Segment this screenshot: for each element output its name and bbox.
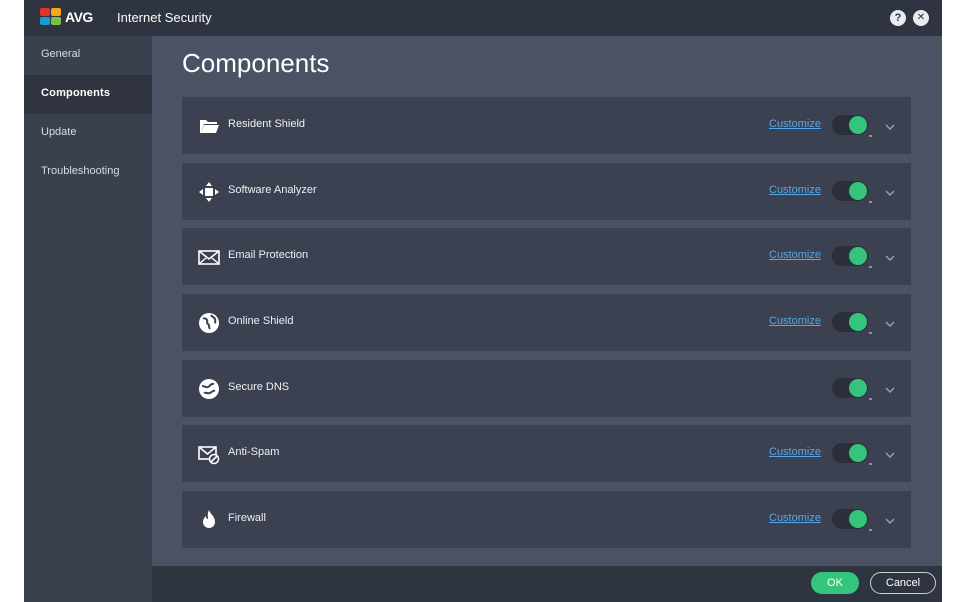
flame-icon — [198, 509, 220, 531]
component-row-resident-shield[interactable]: Resident Shield Customize — [182, 97, 911, 154]
component-toggle[interactable] — [832, 246, 872, 269]
dns-globe-icon — [198, 378, 220, 400]
component-row-software-analyzer[interactable]: Software Analyzer Customize — [182, 162, 911, 220]
avg-logo-mark-icon — [40, 8, 62, 26]
move-arrows-icon — [198, 181, 220, 203]
customize-link[interactable]: Customize — [769, 512, 821, 524]
customize-link[interactable]: Customize — [769, 249, 821, 261]
sidebar-item-troubleshooting[interactable]: Troubleshooting — [24, 153, 152, 192]
app-window: AVG Internet Security ? ✕ General Compon… — [24, 0, 942, 602]
component-list: Resident Shield Customize Software Analy… — [182, 97, 911, 557]
component-label: Firewall — [228, 512, 266, 525]
customize-link[interactable]: Customize — [769, 118, 821, 130]
sidebar-item-components[interactable]: Components — [24, 75, 152, 114]
app-title: Internet Security — [117, 10, 212, 25]
cancel-button[interactable]: Cancel — [870, 572, 936, 594]
chevron-down-icon[interactable] — [885, 447, 895, 459]
component-row-email-protection[interactable]: Email Protection Customize — [182, 228, 911, 286]
close-button[interactable]: ✕ — [913, 10, 929, 26]
component-toggle[interactable] — [832, 115, 872, 137]
component-row-anti-spam[interactable]: Anti-Spam Customize — [182, 425, 911, 483]
component-toggle[interactable] — [832, 377, 872, 400]
customize-link[interactable]: Customize — [769, 315, 821, 327]
component-toggle[interactable] — [832, 180, 872, 203]
component-toggle[interactable] — [832, 443, 872, 466]
customize-link[interactable]: Customize — [769, 446, 821, 458]
page-title: Components — [182, 48, 330, 78]
folder-icon — [198, 115, 220, 137]
chevron-down-icon[interactable] — [885, 250, 895, 262]
component-label: Online Shield — [228, 315, 294, 328]
main-panel: Components Resident Shield Customize Sof… — [152, 36, 942, 566]
sidebar: General Components Update Troubleshootin… — [24, 36, 152, 602]
logo-text: AVG — [65, 9, 93, 25]
chevron-down-icon[interactable] — [885, 185, 895, 196]
component-row-online-shield[interactable]: Online Shield Customize — [182, 294, 911, 352]
component-row-firewall[interactable]: Firewall Customize — [182, 491, 911, 549]
avg-logo: AVG — [40, 8, 93, 26]
component-row-secure-dns[interactable]: Secure DNS — [182, 359, 911, 417]
component-label: Anti-Spam — [228, 446, 280, 459]
footer-bar: OK Cancel — [152, 566, 942, 602]
envelope-icon — [198, 246, 220, 268]
envelope-block-icon — [198, 443, 220, 465]
sidebar-item-general[interactable]: General — [24, 36, 152, 75]
chevron-down-icon[interactable] — [885, 382, 895, 393]
component-toggle[interactable] — [832, 312, 872, 335]
chevron-down-icon[interactable] — [885, 119, 895, 130]
help-button[interactable]: ? — [890, 10, 906, 26]
customize-link[interactable]: Customize — [769, 184, 821, 196]
sidebar-item-update[interactable]: Update — [24, 114, 152, 153]
title-bar: AVG Internet Security ? ✕ — [24, 0, 942, 36]
component-label: Software Analyzer — [228, 183, 317, 196]
chevron-down-icon[interactable] — [885, 316, 895, 328]
component-label: Resident Shield — [228, 118, 306, 130]
component-toggle[interactable] — [832, 509, 872, 532]
globe-icon — [198, 312, 220, 334]
component-label: Secure DNS — [228, 380, 290, 393]
chevron-down-icon[interactable] — [885, 513, 895, 525]
component-label: Email Protection — [228, 249, 309, 262]
ok-button[interactable]: OK — [811, 572, 859, 594]
